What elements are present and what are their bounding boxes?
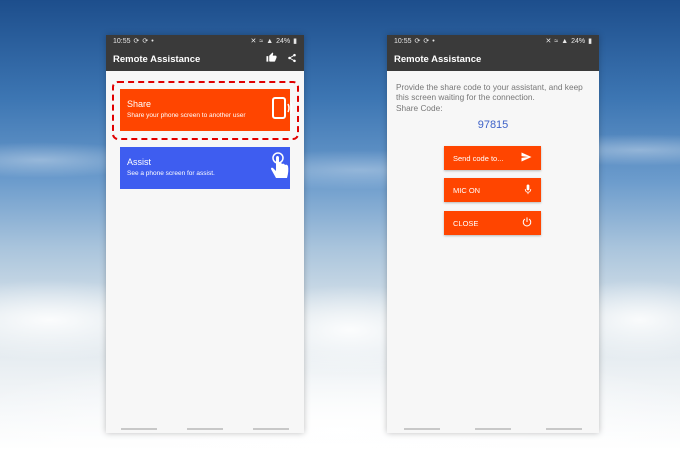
app-title: Remote Assistance <box>113 53 201 65</box>
status-bar: 10:55 ⟳ ⟳ • ✕ ≈ ▲ 24% ▮ <box>387 35 599 47</box>
share-code-label: Share Code: <box>396 102 443 113</box>
signal-icon: ▲ <box>266 37 274 45</box>
send-code-button[interactable]: Send code to... <box>444 146 541 170</box>
nav-recent-button[interactable] <box>404 428 441 430</box>
mute-icon: ✕ <box>545 38 552 45</box>
sync-icon: ⟳ <box>142 38 149 45</box>
sync-icon: ⟳ <box>423 38 430 45</box>
wifi-icon: ≈ <box>554 37 559 45</box>
phone-vibrate-icon <box>267 95 293 126</box>
mic-toggle-button[interactable]: MIC ON <box>444 178 541 202</box>
share-option-button[interactable]: Share Share your phone screen to another… <box>120 89 293 131</box>
status-bar: 10:55 ⟳ ⟳ • ✕ ≈ ▲ 24% ▮ <box>106 35 304 47</box>
notification-icon: • <box>432 37 435 45</box>
mic-label: MIC ON <box>453 185 481 195</box>
status-time: 10:55 <box>394 37 412 45</box>
signal-icon: ▲ <box>561 37 569 45</box>
phone-screen-share-code: 10:55 ⟳ ⟳ • ✕ ≈ ▲ 24% ▮ Remote Assistanc… <box>387 35 599 433</box>
battery-icon: ▮ <box>588 38 592 45</box>
close-label: CLOSE <box>453 218 479 228</box>
battery-level: 24% <box>276 37 291 45</box>
share-code-value: 97815 <box>477 119 509 131</box>
tap-hand-icon <box>267 151 293 186</box>
send-code-label: Send code to... <box>453 153 504 163</box>
phone-screen-main-menu: 10:55 ⟳ ⟳ • ✕ ≈ ▲ 24% ▮ Remote Assistanc… <box>106 35 304 433</box>
share-card-title: Share <box>127 99 152 110</box>
share-card-description: Share your phone screen to another user <box>127 112 246 120</box>
nav-home-button[interactable] <box>474 428 511 430</box>
notification-icon: • <box>151 37 154 45</box>
nav-recent-button[interactable] <box>121 428 157 430</box>
send-icon <box>521 152 532 164</box>
share-instructions: Provide the share code to your assistant… <box>396 82 592 113</box>
share-icon[interactable] <box>287 50 297 68</box>
close-button[interactable]: CLOSE <box>444 211 541 235</box>
assist-card-description: See a phone screen for assist. <box>127 170 215 178</box>
battery-icon: ▮ <box>293 38 297 45</box>
nav-home-button[interactable] <box>187 428 223 430</box>
thumbs-up-icon[interactable] <box>266 50 277 68</box>
navigation-bar <box>387 425 599 433</box>
mute-icon: ✕ <box>250 38 257 45</box>
sync-icon: ⟳ <box>133 38 140 45</box>
assist-card-title: Assist <box>127 157 152 168</box>
app-bar: Remote Assistance <box>106 47 304 71</box>
nav-back-button[interactable] <box>253 428 289 430</box>
power-icon <box>522 217 532 229</box>
instructions-text: Provide the share code to your assistant… <box>396 82 583 103</box>
microphone-icon <box>524 183 532 197</box>
status-time: 10:55 <box>113 37 131 45</box>
nav-back-button[interactable] <box>545 428 582 430</box>
sync-icon: ⟳ <box>414 38 421 45</box>
wifi-icon: ≈ <box>259 37 264 45</box>
navigation-bar <box>106 425 304 433</box>
assist-option-button[interactable]: Assist See a phone screen for assist. <box>120 147 290 189</box>
app-bar: Remote Assistance <box>387 47 599 71</box>
app-title: Remote Assistance <box>394 53 482 65</box>
battery-level: 24% <box>571 37 586 45</box>
